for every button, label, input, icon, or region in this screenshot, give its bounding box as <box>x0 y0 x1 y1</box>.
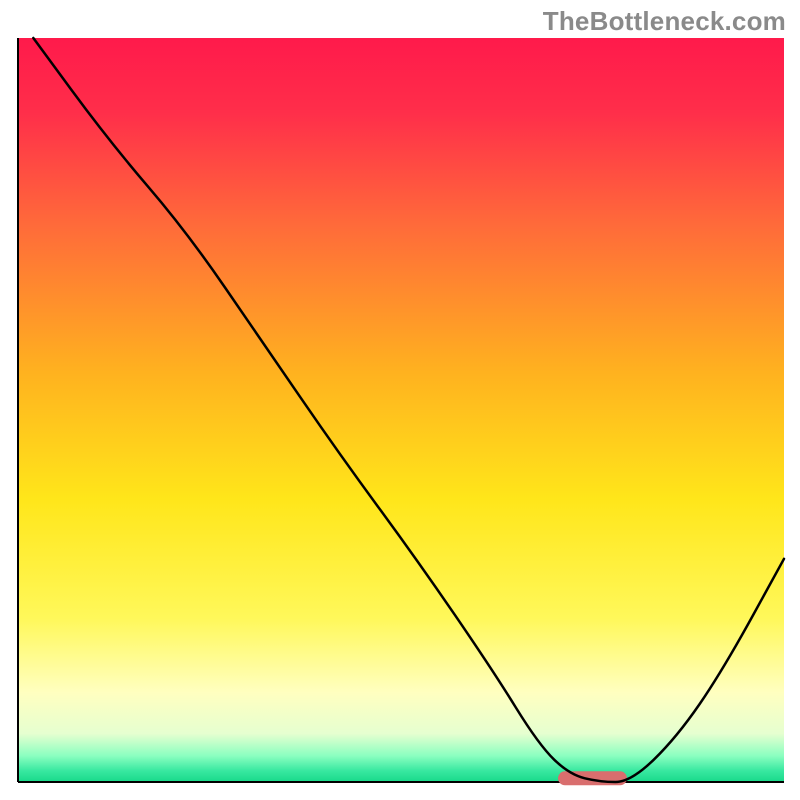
bottleneck-chart <box>0 0 800 800</box>
plot-background <box>18 38 784 782</box>
chart-container: TheBottleneck.com <box>0 0 800 800</box>
